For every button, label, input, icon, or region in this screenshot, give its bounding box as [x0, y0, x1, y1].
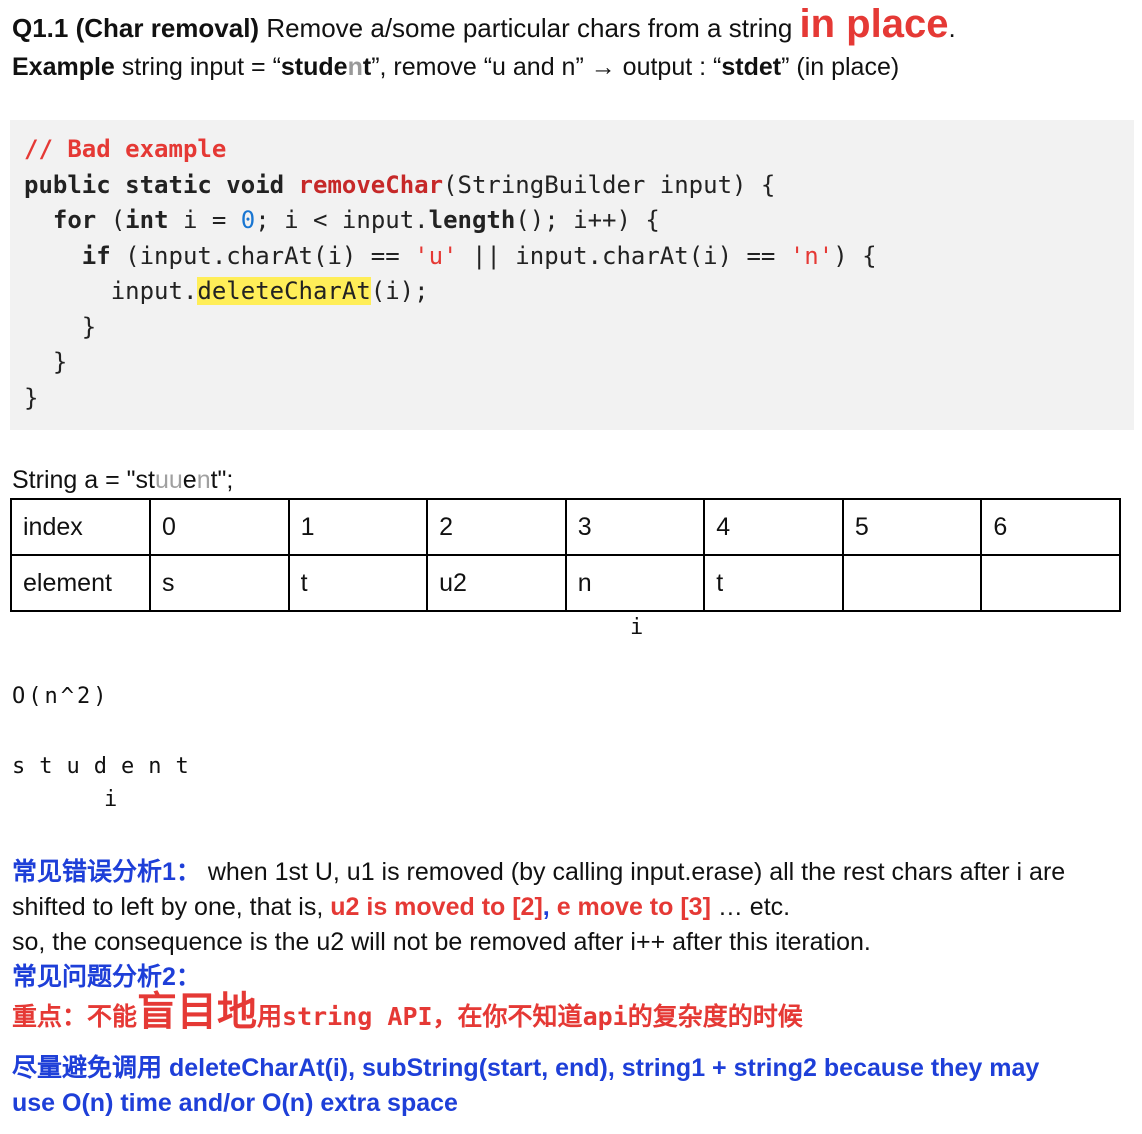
example-s1: stu: [280, 53, 319, 81]
example-s3: n: [347, 53, 363, 81]
analysis-1-text: when 1st U, u1 is removed (by calling in…: [200, 858, 1066, 886]
example-line: Example string input = “student”, remove…: [12, 50, 899, 84]
code-text: // Bad example public static void remove…: [24, 132, 877, 416]
code-params: (StringBuilder input) {: [443, 170, 776, 199]
code-number: 0: [240, 206, 256, 234]
code-text: ) {: [833, 241, 877, 270]
code-comment: // Bad example: [24, 135, 227, 163]
table-cell: 6: [980, 498, 1121, 556]
code-text: ; i < input.: [255, 206, 429, 234]
example-pre: string input = “: [114, 53, 281, 81]
code-brace: }: [24, 383, 39, 412]
string-gray-n: n: [196, 466, 211, 494]
key-text: ，在你不知道: [432, 1003, 583, 1031]
title-emphasis: in place: [799, 2, 949, 46]
key-text: 的复杂度的时候: [627, 1003, 803, 1031]
code-string-u: 'u': [414, 241, 458, 270]
code-modifiers: public static void: [24, 170, 299, 199]
avoid-line-2: use O(n) time and/or O(n) extra space: [12, 1089, 458, 1117]
code-if: if: [81, 241, 111, 270]
table-cell: s: [149, 554, 290, 612]
code-brace: }: [24, 312, 97, 341]
key-point: 重点：不能盲目地用string API，在你不知道api的复杂度的时候: [12, 992, 803, 1035]
code-text: (); i++) {: [515, 206, 660, 234]
table-cell: 4: [703, 498, 844, 556]
table-cell: [841, 554, 983, 612]
string-gray-uu: uu: [154, 466, 183, 494]
code-int: int: [125, 206, 169, 234]
index-element-table: index 0 1 2 3 4 5 6 element s t u2 n t: [10, 498, 1121, 612]
table-cell: 2: [426, 498, 567, 556]
table-cell: element: [10, 554, 151, 612]
code-for: for: [52, 206, 97, 234]
string-pre: String a = "st: [12, 466, 155, 494]
table-cell: t: [287, 554, 429, 612]
complexity-note: O(n^2): [12, 684, 110, 709]
example-end: ” (in place): [781, 53, 900, 81]
code-text: (input.charAt(i) ==: [110, 241, 415, 270]
code-function-name: removeChar: [298, 170, 444, 199]
table-cell: 1: [287, 498, 429, 556]
string-declaration: String a = "stuuent";: [12, 462, 233, 498]
code-brace: }: [24, 348, 68, 376]
table-cell: t: [703, 554, 844, 612]
analysis-comma: ,: [542, 893, 557, 921]
title-text: Remove a/some particular chars from a st…: [259, 13, 800, 43]
table-cell: 0: [149, 498, 290, 556]
key-text: 重点：不能: [12, 1003, 138, 1031]
student-pointer-i: i: [104, 787, 118, 812]
analysis-red-u2: u2 is moved to [2]: [330, 893, 543, 921]
key-big-text: 盲目地: [137, 990, 258, 1034]
table-cell: index: [10, 498, 151, 556]
table-row: index 0 1 2 3 4 5 6: [10, 498, 1121, 556]
avoid-line-1: 尽量避免调用 deleteCharAt(i), subString(start,…: [12, 1054, 1040, 1082]
code-text: (i);: [370, 277, 429, 305]
analysis-1-label: 常见错误分析1：: [12, 858, 201, 886]
code-highlight-deletecharat: deleteCharAt: [197, 277, 371, 305]
code-text: || input.charAt(i) ==: [457, 241, 790, 270]
string-post: t";: [210, 466, 234, 494]
table-row: element s t u2 n t: [10, 554, 1121, 612]
title-period: .: [948, 13, 956, 43]
analysis-1-line3: so, the consequence is the u2 will not b…: [12, 928, 871, 956]
code-text: (: [96, 206, 126, 234]
key-mono-text: string API: [282, 1002, 433, 1031]
example-s4: t: [362, 53, 372, 81]
table-cell: [980, 554, 1121, 612]
table-pointer-i: i: [630, 615, 644, 640]
example-output: stdet: [721, 53, 782, 81]
key-text: 用: [257, 1003, 283, 1031]
analysis-red-e: e move to [3]: [556, 893, 711, 921]
key-mono-text: api: [582, 1002, 628, 1031]
analysis-text: … etc.: [710, 893, 791, 921]
question-title: Q1.1 (Char removal) Remove a/some partic…: [12, 4, 956, 48]
string-mid: e: [182, 466, 197, 494]
table-cell: 3: [564, 498, 706, 556]
code-string-n: 'n': [789, 241, 834, 270]
code-block: // Bad example public static void remove…: [10, 120, 1134, 430]
table-cell: n: [564, 554, 706, 612]
code-length: length: [428, 206, 516, 234]
analysis-text: shifted to left by one, that is,: [12, 893, 331, 921]
example-label: Example: [12, 53, 115, 81]
example-s2: de: [318, 53, 348, 81]
analysis-1-line2: shifted to left by one, that is, u2 is m…: [12, 890, 790, 925]
student-letters: student: [12, 754, 203, 779]
code-text: input.: [24, 277, 198, 305]
example-mid: ”, remove “u and n” → output : “: [371, 53, 722, 81]
table-cell: u2: [426, 554, 567, 612]
title-label: Q1.1 (Char removal): [12, 13, 260, 43]
analysis-1: 常见错误分析1： when 1st U, u1 is removed (by c…: [12, 855, 1065, 890]
table-cell: 5: [841, 498, 983, 556]
code-text: i =: [168, 206, 241, 234]
